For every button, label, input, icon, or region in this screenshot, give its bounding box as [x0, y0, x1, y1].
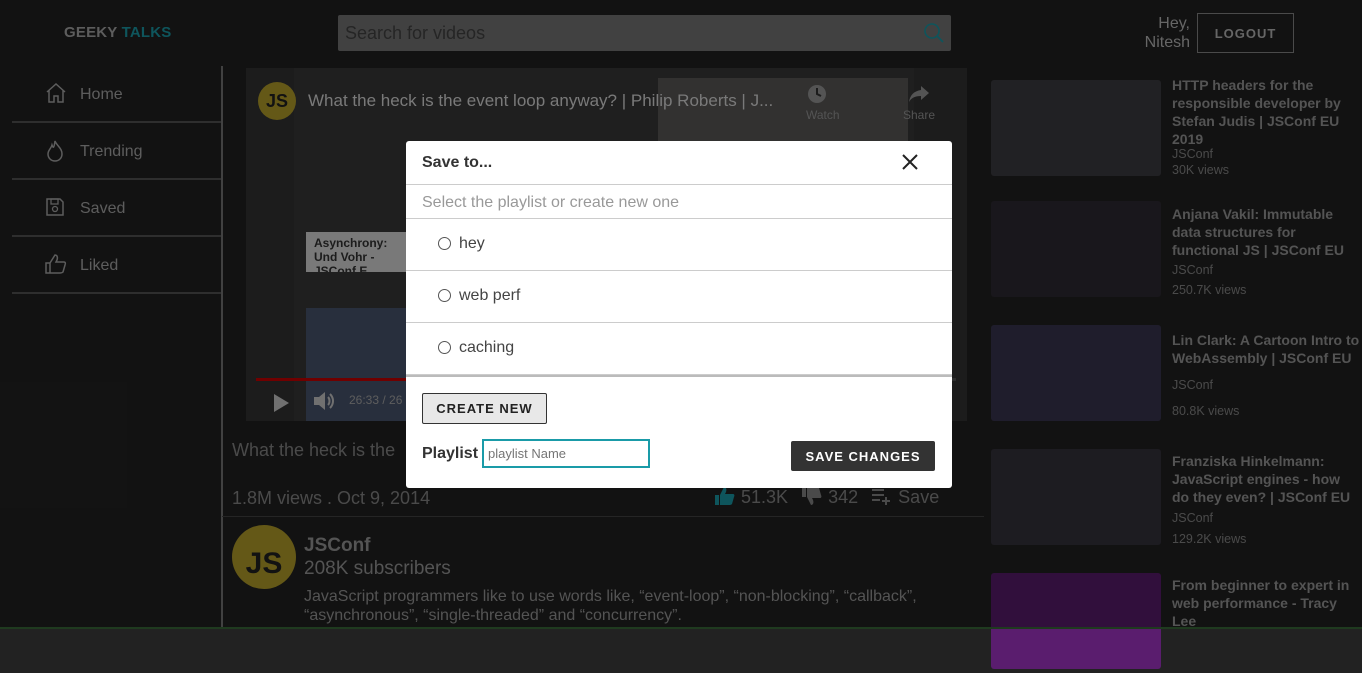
playlist-radio[interactable] [438, 237, 451, 250]
playlist-option-label[interactable]: caching [459, 339, 514, 357]
dialog-title: Save to... [422, 154, 493, 171]
dialog-divider [406, 375, 952, 377]
playlist-radio[interactable] [438, 289, 451, 302]
save-changes-button[interactable]: SAVE CHANGES [791, 441, 935, 471]
close-icon[interactable] [900, 152, 920, 172]
playlist-name-input[interactable] [482, 439, 650, 468]
save-to-playlist-dialog: Save to... Select the playlist or create… [406, 141, 952, 488]
playlist-option-label[interactable]: hey [459, 235, 485, 253]
create-new-button[interactable]: CREATE NEW [422, 393, 547, 424]
playlist-radio[interactable] [438, 341, 451, 354]
dialog-hint: Select the playlist or create new one [406, 185, 952, 219]
dialog-header: Save to... [406, 141, 952, 185]
playlist-option-label[interactable]: web perf [459, 287, 520, 305]
playlist-option[interactable]: web perf [406, 271, 952, 323]
playlist-option[interactable]: caching [406, 323, 952, 375]
playlist-option[interactable]: hey [406, 219, 952, 271]
playlist-name-label: Playlist [422, 445, 479, 462]
